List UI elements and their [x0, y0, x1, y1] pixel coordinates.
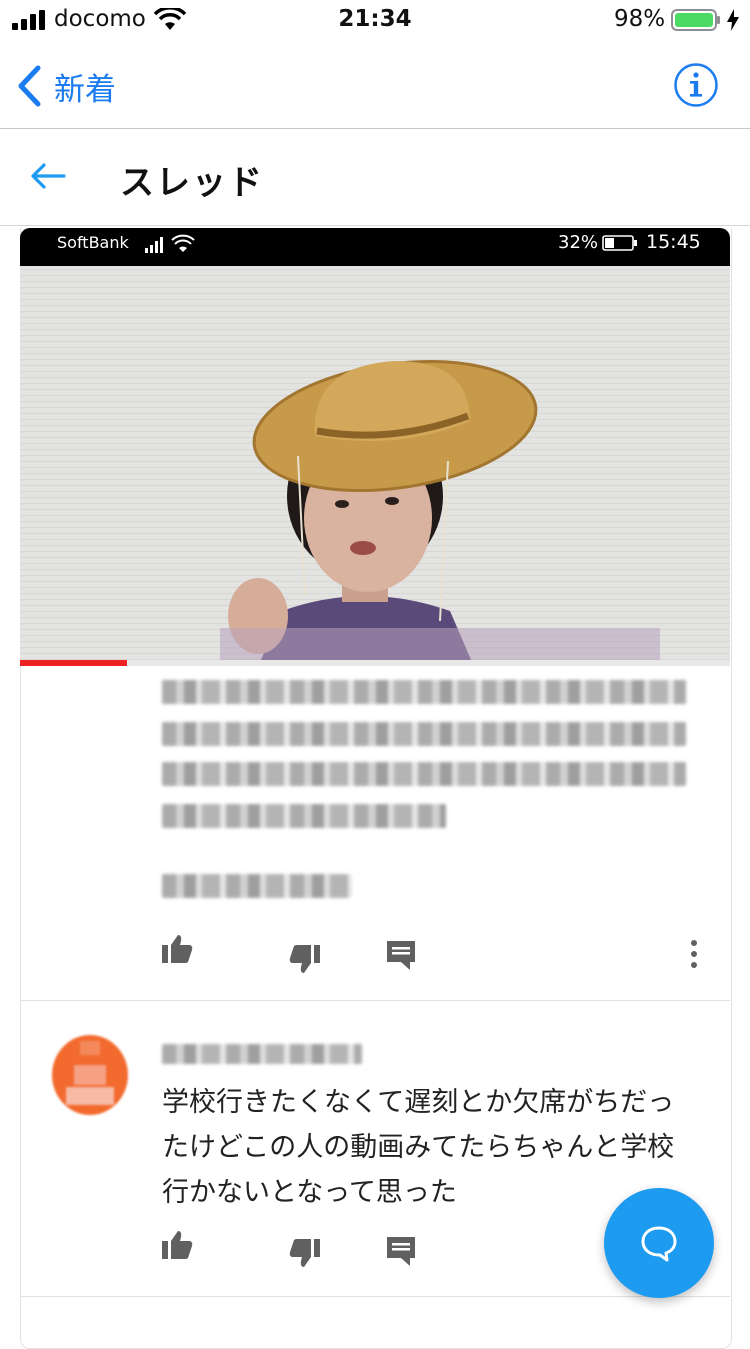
video-thumbnail[interactable]	[20, 266, 730, 662]
embedded-status-bar: SoftBank 32% 15:45	[20, 228, 730, 266]
thumb-down-icon[interactable]	[288, 942, 322, 976]
embedded-signal-wifi-icon	[145, 234, 195, 253]
status-bar: docomo 21:34 98%	[0, 0, 750, 40]
chat-bubble-icon	[641, 1226, 677, 1262]
embedded-time: 15:45	[646, 231, 701, 253]
embedded-battery-icon	[602, 235, 637, 251]
embedded-carrier: SoftBank	[57, 233, 129, 252]
battery-icon	[671, 9, 720, 31]
comment-line: 学校行きたくなくて遅刻とか欠席がちだっ	[162, 1087, 675, 1118]
blurred-text-line	[162, 874, 352, 898]
thread-header: スレッド	[0, 129, 750, 226]
embedded-battery-percentage: 32%	[558, 232, 599, 253]
blurred-text-line	[162, 680, 686, 704]
thumb-up-icon[interactable]	[160, 1228, 194, 1262]
comment-divider	[20, 1000, 730, 1001]
thumb-up-icon[interactable]	[160, 932, 194, 966]
comment-divider	[20, 1296, 730, 1297]
back-button-label[interactable]: 新着	[54, 64, 116, 109]
page-title: スレッド	[120, 163, 264, 203]
reply-icon[interactable]	[384, 938, 418, 972]
comment-line: たけどこの人の動画みてたらちゃんと学校	[162, 1132, 675, 1163]
blurred-text-line	[162, 804, 446, 828]
video-progress-fill	[20, 660, 127, 666]
battery-percentage: 98%	[614, 6, 666, 32]
reply-fab-button[interactable]	[604, 1188, 714, 1298]
blurred-text-line	[162, 762, 686, 786]
chevron-left-icon[interactable]	[16, 64, 42, 108]
info-circle-icon[interactable]	[673, 62, 719, 108]
blurred-username	[162, 1044, 362, 1064]
charging-bolt-icon	[727, 9, 739, 31]
pixelated-avatar-icon	[52, 1035, 128, 1115]
blurred-text-line	[162, 722, 686, 746]
nav-bar: 新着	[0, 40, 750, 129]
comment-text: 学校行きたくなくて遅刻とか欠席がちだっ たけどこの人の動画みてたらちゃんと学校 …	[162, 1080, 702, 1215]
arrow-left-icon[interactable]	[30, 163, 66, 189]
video-progress-bar[interactable]	[20, 660, 730, 666]
reply-icon[interactable]	[384, 1234, 418, 1268]
avatar[interactable]	[52, 1035, 128, 1115]
more-vertical-icon[interactable]	[686, 938, 702, 970]
child-with-straw-hat-illustration	[20, 266, 730, 662]
thumb-down-icon[interactable]	[288, 1236, 322, 1270]
